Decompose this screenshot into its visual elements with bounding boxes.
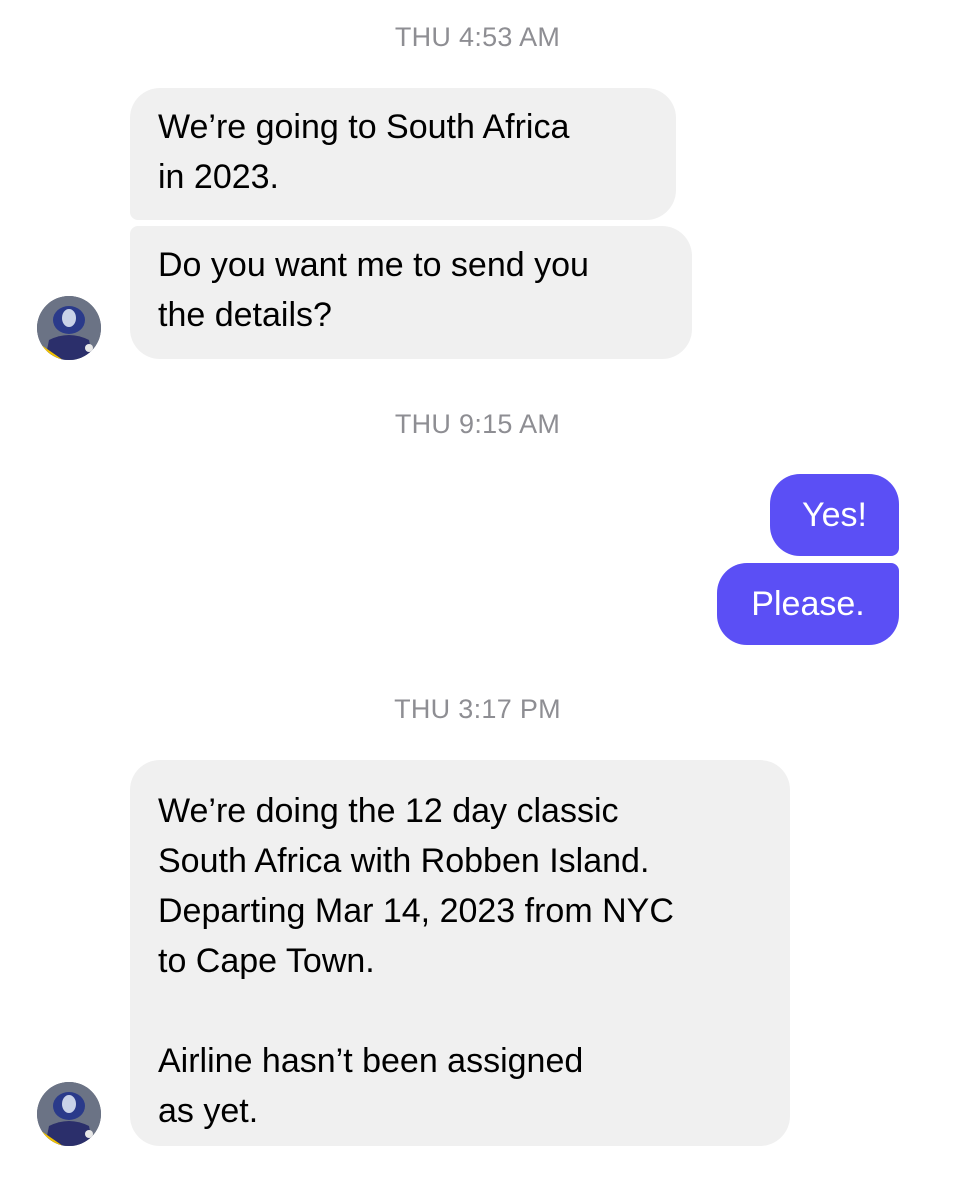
contact-avatar-icon[interactable] bbox=[37, 1082, 101, 1146]
incoming-message-bubble[interactable]: We’re doing the 12 day classic South Afr… bbox=[130, 760, 790, 1146]
outgoing-message-bubble[interactable]: Yes! bbox=[770, 474, 899, 556]
timestamp: THU 3:17 PM bbox=[394, 694, 561, 724]
timestamp: THU 4:53 AM bbox=[394, 22, 561, 52]
incoming-message-bubble[interactable]: We’re going to South Africa in 2023. bbox=[130, 88, 676, 220]
contact-avatar-icon[interactable] bbox=[37, 296, 101, 360]
incoming-message-bubble[interactable]: Do you want me to send you the details? bbox=[130, 226, 692, 359]
timestamp: THU 9:15 AM bbox=[394, 409, 561, 439]
outgoing-message-bubble[interactable]: Please. bbox=[717, 563, 899, 645]
